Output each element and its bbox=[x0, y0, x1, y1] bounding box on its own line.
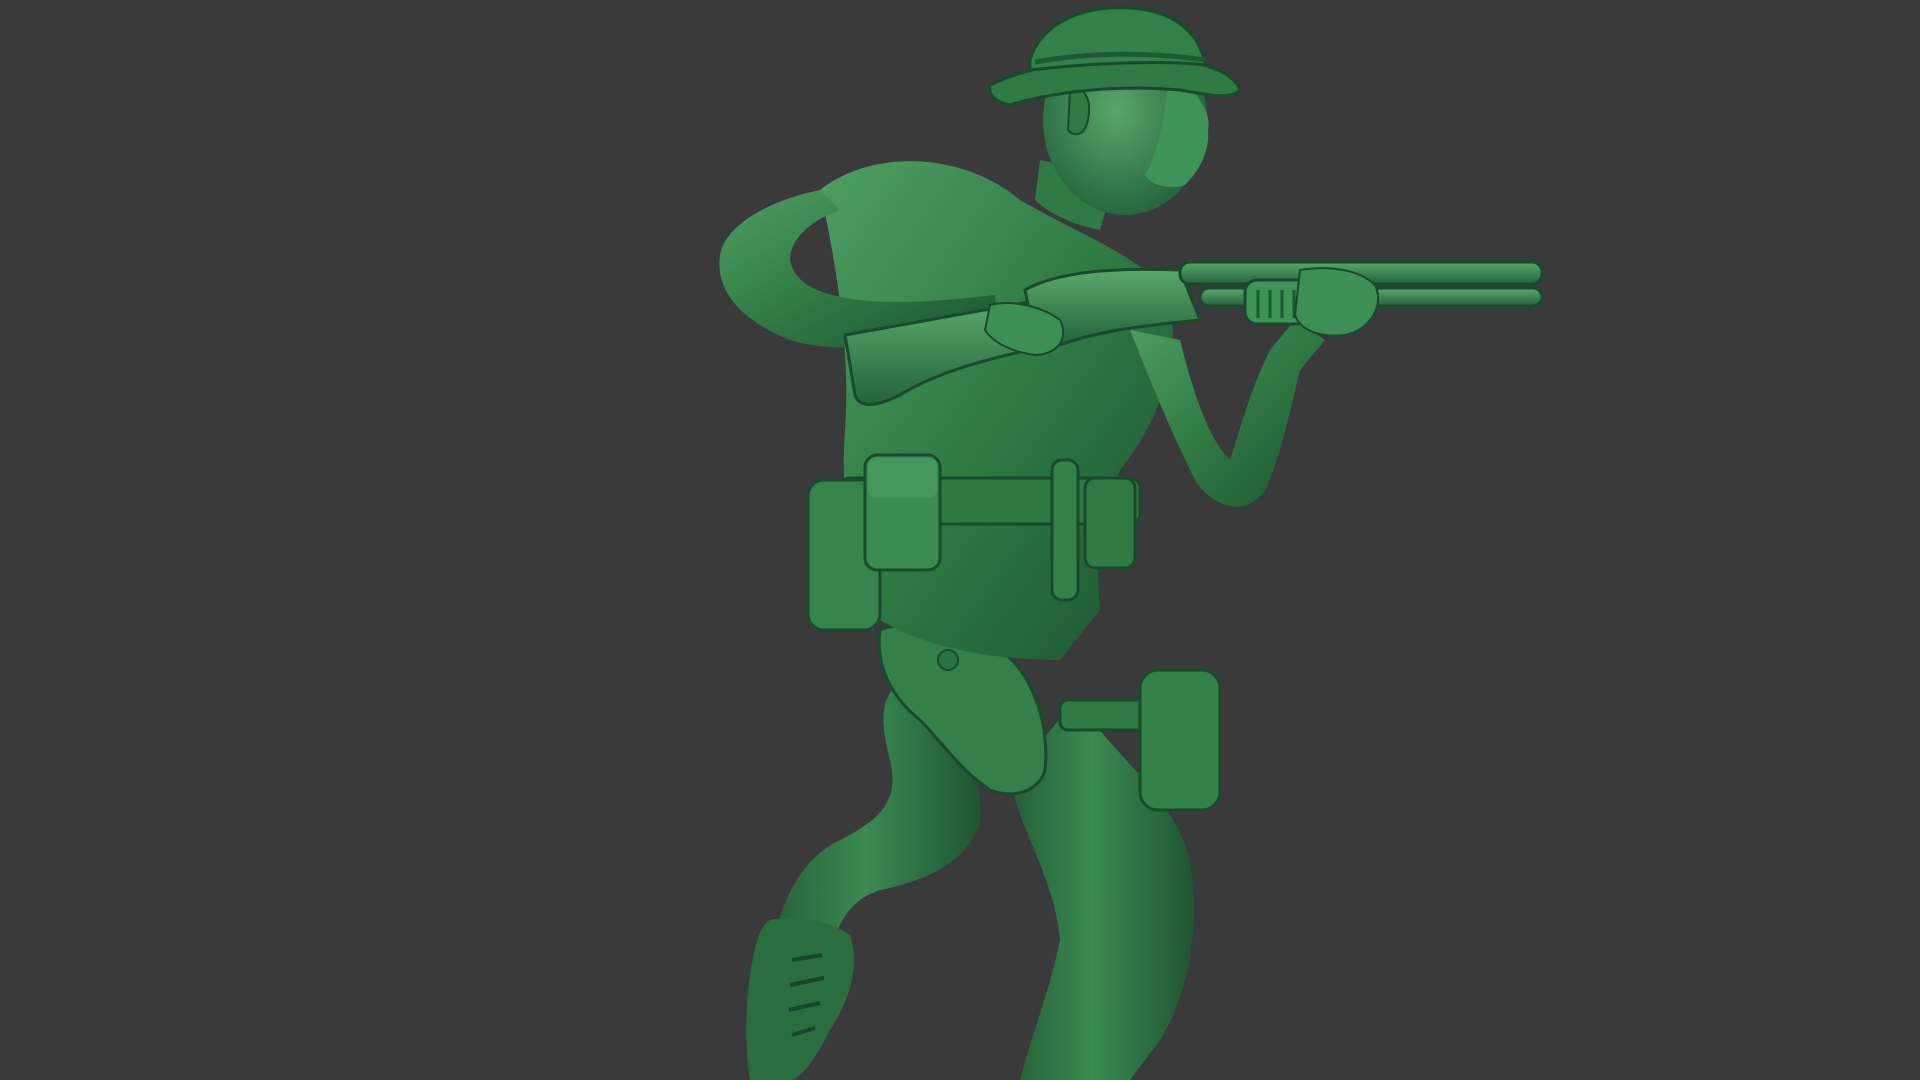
soldier-support-hand bbox=[1293, 267, 1380, 337]
flashlight bbox=[1050, 458, 1080, 602]
belt-pouch-right bbox=[1083, 476, 1137, 570]
viewport-canvas[interactable] bbox=[0, 0, 1920, 1080]
ammo-pouch-flap bbox=[868, 458, 937, 498]
sculpt-viewport[interactable] bbox=[0, 0, 1920, 1080]
soldier-ear bbox=[1066, 88, 1090, 136]
leg-pouch bbox=[1138, 668, 1222, 812]
holster-snap bbox=[937, 649, 959, 671]
